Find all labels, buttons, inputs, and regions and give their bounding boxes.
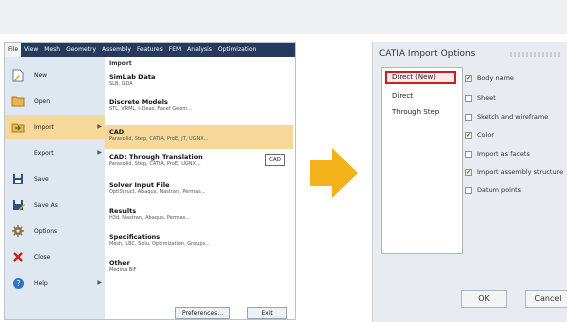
submenu-arrow-icon: ▶ bbox=[97, 279, 102, 286]
import-option-other[interactable]: Other Medina BIF bbox=[109, 259, 289, 274]
option-color[interactable]: ✔ Color bbox=[465, 129, 494, 141]
import-option-cad[interactable]: CAD Parasolid, Step, CATIA, ProE, JT, UG… bbox=[109, 128, 289, 143]
file-menu-close[interactable]: Close bbox=[5, 245, 105, 269]
import-option-results[interactable]: Results H3d, Nastran, Abaqus, Permas... bbox=[109, 207, 289, 222]
option-body-name[interactable]: ✔ Body name bbox=[465, 72, 514, 84]
file-menu-save[interactable]: Save bbox=[5, 167, 105, 191]
open-folder-icon bbox=[10, 94, 26, 108]
preferences-button[interactable]: Preferences... bbox=[175, 307, 230, 319]
title-grip bbox=[510, 52, 562, 57]
help-icon: ? bbox=[10, 276, 26, 290]
method-direct[interactable]: Direct bbox=[392, 92, 413, 100]
right-arrow-icon bbox=[310, 148, 358, 198]
submenu-arrow-icon: ▶ bbox=[97, 123, 102, 130]
import-option-solver-input[interactable]: Solver Input File OptiStruct, Abaqus, Na… bbox=[109, 181, 289, 196]
option-import-assembly[interactable]: ✔ Import assembly structure bbox=[465, 166, 563, 178]
menu-bar: File View Mesh Geometry Assembly Feature… bbox=[5, 43, 295, 57]
checkbox[interactable]: ✔ bbox=[465, 131, 472, 139]
option-datum-points[interactable]: Datum points bbox=[465, 184, 521, 196]
gear-icon bbox=[10, 224, 26, 238]
top-strip bbox=[0, 0, 567, 34]
file-menu-export[interactable]: Export ▶ bbox=[5, 141, 105, 165]
menu-features[interactable]: Features bbox=[134, 43, 166, 57]
option-import-as-facets[interactable]: Import as facets bbox=[465, 148, 530, 160]
cad-button[interactable]: CAD bbox=[265, 154, 285, 166]
dialog-title: CATIA Import Options bbox=[379, 49, 476, 59]
menu-mesh[interactable]: Mesh bbox=[41, 43, 63, 57]
checkbox[interactable] bbox=[465, 94, 472, 102]
menu-analysis[interactable]: Analysis bbox=[184, 43, 215, 57]
import-option-specifications[interactable]: Specifications Mesh, LBC, Solu, Optimiza… bbox=[109, 233, 289, 248]
import-method-list: Direct (New) Direct Through Step bbox=[381, 67, 463, 254]
new-file-icon bbox=[10, 68, 26, 82]
submenu-arrow-icon: ▶ bbox=[97, 149, 102, 156]
option-sketch-wireframe[interactable]: Sketch and wireframe bbox=[465, 111, 548, 123]
import-icon bbox=[10, 120, 26, 134]
save-as-icon bbox=[10, 198, 26, 212]
save-icon bbox=[10, 172, 26, 186]
menu-file[interactable]: File bbox=[5, 43, 22, 57]
menu-geometry[interactable]: Geometry bbox=[63, 43, 99, 57]
svg-text:?: ? bbox=[16, 279, 20, 288]
option-sheet[interactable]: Sheet bbox=[465, 92, 496, 104]
import-panel-heading: Import bbox=[109, 60, 132, 67]
import-option-simlab-data[interactable]: SimLab Data SLB, GDA bbox=[109, 73, 289, 88]
file-menu: New Open Import ▶ Export ▶ Save Save As … bbox=[5, 57, 105, 319]
file-menu-import[interactable]: Import ▶ bbox=[5, 115, 105, 139]
exit-button[interactable]: Exit bbox=[247, 307, 287, 319]
file-menu-save-as[interactable]: Save As bbox=[5, 193, 105, 217]
catia-import-options-dialog: CATIA Import Options Direct (New) Direct… bbox=[372, 42, 567, 322]
checkbox[interactable] bbox=[465, 113, 472, 121]
method-direct-new[interactable]: Direct (New) bbox=[392, 73, 436, 81]
method-through-step[interactable]: Through Step bbox=[392, 108, 439, 116]
menu-fem[interactable]: FEM bbox=[166, 43, 184, 57]
import-panel: Import SimLab Data SLB, GDA Discrete Mod… bbox=[105, 57, 295, 319]
file-menu-help[interactable]: ? Help ▶ bbox=[5, 271, 105, 295]
app-window: File View Mesh Geometry Assembly Feature… bbox=[4, 42, 296, 320]
checkbox[interactable]: ✔ bbox=[465, 168, 472, 176]
file-menu-options[interactable]: Options bbox=[5, 219, 105, 243]
file-menu-new[interactable]: New bbox=[5, 63, 105, 87]
checkbox[interactable]: ✔ bbox=[465, 74, 472, 82]
menu-optimization[interactable]: Optimization bbox=[215, 43, 259, 57]
menu-assembly[interactable]: Assembly bbox=[99, 43, 134, 57]
close-icon bbox=[10, 250, 26, 264]
import-option-discrete-models[interactable]: Discrete Models STL, VRML, I-Deas, Facet… bbox=[109, 98, 289, 113]
menu-view[interactable]: View bbox=[21, 43, 41, 57]
checkbox[interactable] bbox=[465, 186, 472, 194]
cancel-button[interactable]: Cancel bbox=[525, 290, 567, 308]
import-option-cad-translation[interactable]: CAD: Through Translation Parasolid, Step… bbox=[109, 153, 289, 168]
file-menu-open[interactable]: Open bbox=[5, 89, 105, 113]
checkbox[interactable] bbox=[465, 150, 472, 158]
ok-button[interactable]: OK bbox=[461, 290, 507, 308]
